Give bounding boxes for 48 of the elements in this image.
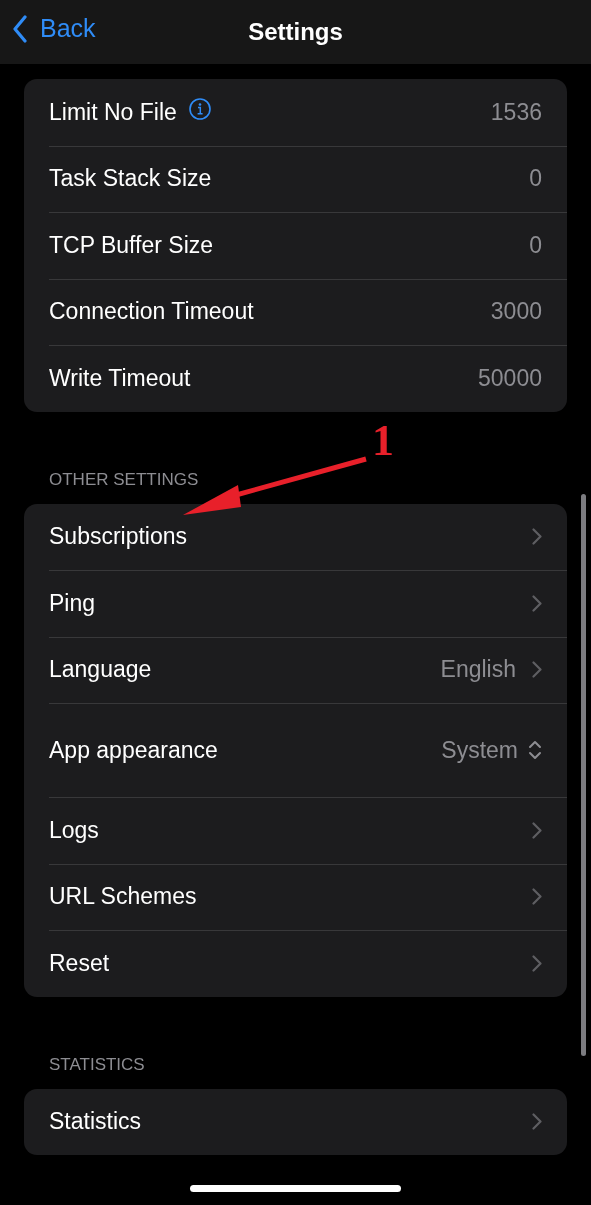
settings-row[interactable]: Ping xyxy=(24,570,567,637)
settings-row[interactable]: Statistics xyxy=(24,1088,567,1155)
settings-row[interactable]: URL Schemes xyxy=(24,863,567,930)
row-label: Reset xyxy=(49,949,110,977)
settings-row[interactable]: Task Stack Size 0 xyxy=(24,145,567,212)
row-label: Ping xyxy=(49,589,96,617)
section-header: OTHER SETTINGS xyxy=(49,469,199,490)
settings-row[interactable]: App appearance System xyxy=(24,703,567,797)
chevron-icon xyxy=(532,528,542,546)
row-label: App appearance xyxy=(49,736,218,764)
chevron-icon xyxy=(532,821,542,839)
settings-row[interactable]: Language English xyxy=(24,636,567,703)
chevron-icon xyxy=(532,954,542,972)
settings-row[interactable]: Limit No File 1536 xyxy=(24,79,567,146)
up-down-chevron-icon xyxy=(528,739,542,761)
row-label: TCP Buffer Size xyxy=(49,231,214,259)
row-value: 3000 xyxy=(490,298,542,326)
settings-row[interactable]: Write Timeout 50000 xyxy=(24,345,567,412)
row-value: 0 xyxy=(529,165,542,193)
row-value: 1536 xyxy=(490,98,542,126)
row-label: Language xyxy=(49,656,152,684)
row-value: 0 xyxy=(529,231,542,259)
settings-row[interactable]: Reset xyxy=(24,930,567,997)
chevron-icon xyxy=(532,888,542,906)
settings-row[interactable]: Connection Timeout 3000 xyxy=(24,278,567,345)
row-label: Limit No File xyxy=(49,98,177,126)
chevron-icon xyxy=(532,594,542,612)
row-label: Connection Timeout xyxy=(49,298,254,326)
annotation-number: 1 xyxy=(372,416,394,466)
row-label: Logs xyxy=(49,816,99,844)
row-label: URL Schemes xyxy=(49,883,197,911)
row-label: Subscriptions xyxy=(49,523,188,551)
chevron-icon xyxy=(532,1113,542,1131)
settings-row[interactable]: Logs xyxy=(24,797,567,864)
section-header: STATISTICS xyxy=(49,1054,145,1075)
picker-value[interactable]: System xyxy=(441,736,518,764)
chevron-icon xyxy=(532,661,542,679)
settings-row[interactable]: Subscriptions xyxy=(24,503,567,570)
row-value: English xyxy=(440,656,516,684)
settings-row[interactable]: TCP Buffer Size 0 xyxy=(24,212,567,279)
back-chevron-icon xyxy=(12,14,28,43)
screen-title: Settings xyxy=(248,18,343,46)
back-button[interactable]: Back xyxy=(12,14,96,43)
row-label: Statistics xyxy=(49,1108,142,1136)
row-label: Write Timeout xyxy=(49,364,191,392)
row-value: 50000 xyxy=(478,364,542,392)
row-label: Task Stack Size xyxy=(49,165,212,193)
info-icon[interactable] xyxy=(188,98,211,121)
